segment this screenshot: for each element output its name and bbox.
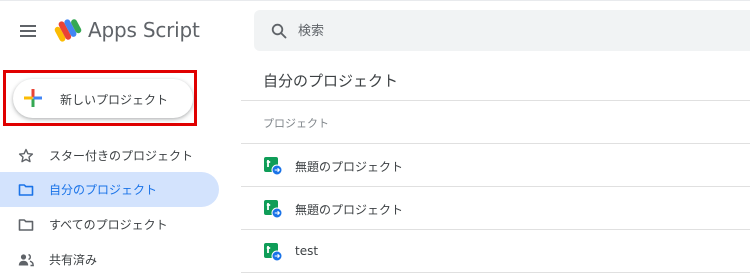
sidebar-item-label: スター付きのプロジェクト [49, 149, 194, 163]
project-name: 無題のプロジェクト [295, 160, 404, 174]
sidebar-item-label: 自分のプロジェクト [49, 183, 158, 197]
main-menu-icon[interactable] [18, 21, 38, 41]
search-bar[interactable] [254, 10, 750, 51]
sidebar-item-my-projects[interactable]: 自分のプロジェクト [0, 172, 219, 207]
star-icon [18, 148, 34, 163]
project-row[interactable]: test [241, 230, 750, 272]
sidebar-item-shared[interactable]: 共有済み [0, 242, 219, 277]
new-project-highlight: 新しいプロジェクト [3, 70, 197, 126]
search-input[interactable] [298, 20, 718, 42]
new-project-button[interactable]: 新しいプロジェクト [13, 79, 193, 118]
column-header-project[interactable]: プロジェクト [263, 115, 329, 131]
project-row[interactable]: 無題のプロジェクト [241, 144, 750, 186]
divider [241, 100, 750, 101]
app-title: Apps Script [88, 18, 200, 42]
divider [241, 272, 750, 273]
sidebar-item-all-projects[interactable]: すべてのプロジェクト [0, 207, 219, 242]
plus-icon [24, 89, 42, 107]
search-icon[interactable] [271, 23, 287, 39]
sidebar-item-label: 共有済み [49, 253, 98, 267]
apps-script-project-icon [264, 157, 283, 176]
sidebar-item-label: すべてのプロジェクト [49, 218, 168, 232]
folder-icon [18, 184, 34, 196]
folder-icon [18, 219, 34, 231]
new-project-label: 新しいプロジェクト [60, 93, 169, 107]
page-title: 自分のプロジェクト [263, 72, 399, 90]
top-border [0, 0, 750, 1]
people-icon [18, 253, 34, 267]
apps-script-logo[interactable] [52, 15, 84, 45]
sidebar-item-starred[interactable]: スター付きのプロジェクト [0, 138, 219, 173]
project-name: test [295, 244, 319, 258]
apps-script-project-icon [264, 243, 283, 262]
apps-script-project-icon [264, 200, 283, 219]
project-name: 無題のプロジェクト [295, 203, 404, 217]
project-row[interactable]: 無題のプロジェクト [241, 187, 750, 229]
